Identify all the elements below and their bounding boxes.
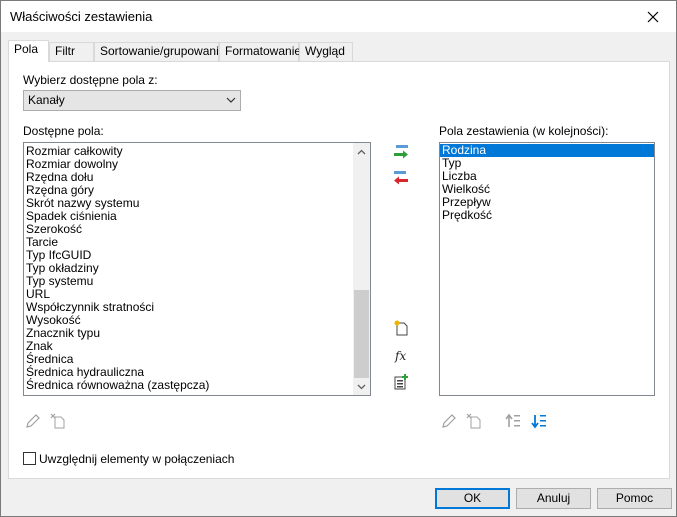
list-item[interactable]: Typ systemu: [24, 275, 370, 288]
delete-scheduled-parameter-button[interactable]: [464, 411, 484, 431]
close-button[interactable]: [630, 1, 676, 32]
move-down-button[interactable]: [529, 411, 549, 431]
add-arrow-icon: [394, 145, 408, 159]
delete-parameter-icon: [466, 413, 481, 429]
list-item[interactable]: Średnica równoważna (zastępcza): [24, 379, 370, 392]
combine-parameters-icon: [394, 374, 408, 390]
scroll-up-button[interactable]: [353, 143, 370, 160]
include-linked-label: Uwzględnij elementy w połączeniach: [39, 452, 235, 466]
function-icon: fx: [394, 349, 406, 363]
pencil-icon: [26, 414, 40, 428]
help-button[interactable]: Pomoc: [597, 488, 672, 509]
available-fields-list[interactable]: Rozmiar całkowity Rozmiar dowolny Rzędna…: [23, 142, 371, 396]
tab-appearance[interactable]: Wygląd: [299, 42, 353, 61]
new-parameter-button[interactable]: [391, 318, 411, 338]
source-label: Wybierz dostępne pola z:: [23, 73, 158, 87]
list-item[interactable]: Znacznik typu: [24, 327, 370, 340]
tab-sorting-grouping[interactable]: Sortowanie/grupowanie: [94, 42, 225, 61]
title-bar: Właściwości zestawienia: [1, 1, 676, 32]
list-item[interactable]: Rodzina: [440, 144, 654, 157]
scheduled-fields-list[interactable]: Rodzina Typ Liczba Wielkość Przepływ Prę…: [439, 142, 655, 396]
svg-text:fx: fx: [394, 349, 406, 363]
add-field-button[interactable]: [391, 142, 411, 162]
list-item[interactable]: Znak: [24, 340, 370, 353]
delete-parameter-button[interactable]: [48, 411, 68, 431]
cancel-button[interactable]: Anuluj: [516, 488, 591, 509]
available-fields-items: Rozmiar całkowity Rozmiar dowolny Rzędna…: [24, 143, 370, 392]
dialog-window: Właściwości zestawienia Pola Filtr Sorto…: [0, 0, 677, 517]
list-item[interactable]: Prędkość: [440, 209, 654, 222]
tab-filter[interactable]: Filtr: [49, 42, 94, 61]
tab-fields[interactable]: Pola: [8, 40, 49, 62]
combine-parameters-button[interactable]: [391, 372, 411, 392]
source-select-value: Kanały: [28, 93, 65, 107]
chevron-down-icon: [226, 97, 236, 103]
scroll-thumb[interactable]: [354, 290, 369, 378]
edit-parameter-button[interactable]: [23, 411, 43, 431]
list-item[interactable]: Szerokość: [24, 223, 370, 236]
remove-field-button[interactable]: [391, 168, 411, 188]
vertical-scrollbar[interactable]: [353, 143, 370, 395]
chevron-down-icon: [357, 384, 366, 389]
source-select[interactable]: Kanały: [23, 90, 241, 111]
available-fields-label: Dostępne pola:: [23, 124, 104, 138]
dialog-title: Właściwości zestawienia: [10, 9, 153, 24]
close-icon: [647, 11, 659, 22]
tab-formatting[interactable]: Formatowanie: [219, 42, 301, 61]
new-parameter-icon: [394, 320, 408, 336]
pencil-icon: [442, 414, 456, 428]
delete-parameter-icon: [50, 413, 65, 429]
scheduled-fields-label: Pola zestawienia (w kolejności):: [439, 124, 609, 138]
chevron-up-icon: [357, 149, 366, 154]
include-linked-checkbox[interactable]: [23, 452, 36, 465]
remove-arrow-icon: [394, 171, 408, 185]
scheduled-fields-items: Rodzina Typ Liczba Wielkość Przepływ Prę…: [440, 143, 654, 222]
ok-button[interactable]: OK: [435, 488, 510, 509]
calculated-value-button[interactable]: fx: [391, 345, 411, 365]
scroll-down-button[interactable]: [353, 378, 370, 395]
edit-scheduled-parameter-button[interactable]: [439, 411, 459, 431]
move-up-button[interactable]: [503, 411, 523, 431]
move-down-icon: [531, 415, 546, 429]
move-up-icon: [505, 413, 520, 427]
